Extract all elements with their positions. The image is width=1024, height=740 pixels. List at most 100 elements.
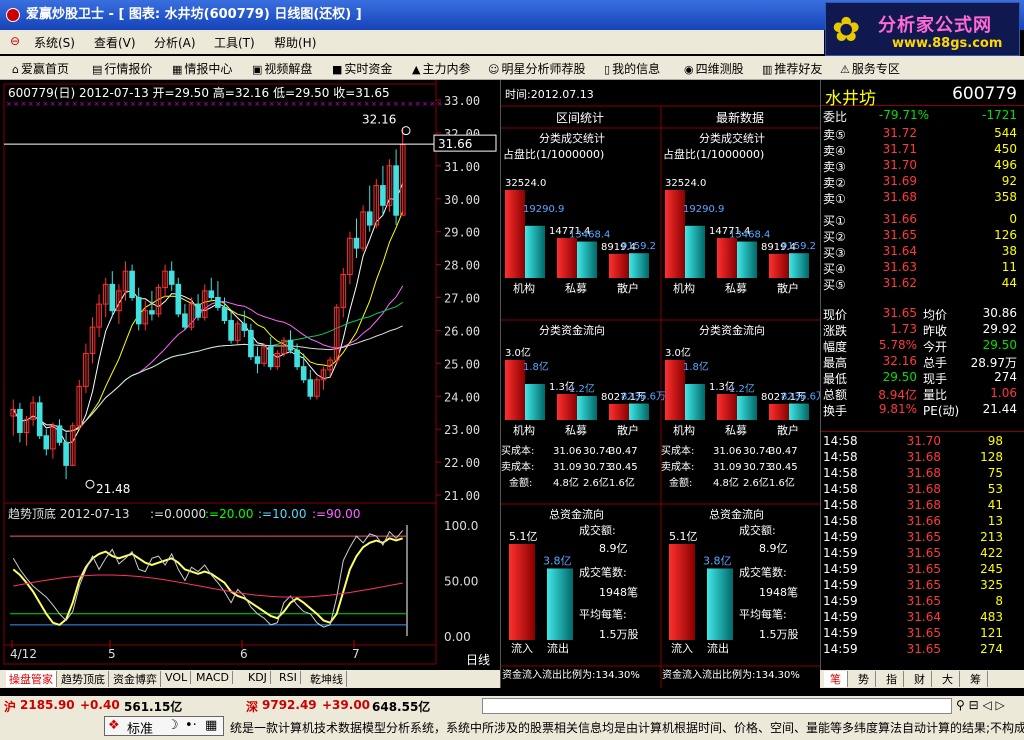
flow-ratio: 资金流入流出比例为:134.30% (502, 668, 640, 681)
candle-body (195, 303, 201, 318)
indicator-tab-6[interactable]: RSI (276, 671, 301, 684)
category-label: 散户 (617, 423, 639, 437)
cost-cell: 31.09 (713, 462, 742, 473)
moon-icon[interactable]: ☽ (167, 718, 179, 733)
menu-system-icon[interactable]: ⊖ (10, 34, 20, 48)
candle-body (267, 346, 274, 368)
candle-body (168, 270, 175, 285)
panel-title: 总资金流向 (549, 507, 604, 521)
toolbar-funds[interactable]: ■ 实时资金 (332, 60, 392, 77)
cyan-value: 1.2亿 (569, 382, 595, 395)
indicator-tab-0[interactable]: 操盘管家 (6, 671, 57, 687)
menu-help[interactable]: 帮助(H) (274, 34, 316, 51)
header-latest: 最新数据 (716, 110, 764, 125)
indicator-tab-4[interactable]: MACD (193, 671, 233, 684)
toolbar-myinfo[interactable]: ▯ 我的信息 (604, 60, 660, 77)
indicator-tab-1[interactable]: 趋势顶底 (58, 671, 109, 687)
sh-change: +0.40 (80, 698, 120, 712)
ime-mode[interactable]: 标准 (127, 718, 153, 737)
signal-mark: × (79, 100, 85, 108)
toolbar-4d[interactable]: ◉ 四维测股 (684, 60, 744, 77)
kline-chart-svg[interactable]: 33.0032.0031.0030.0029.0028.0027.0026.00… (0, 80, 500, 670)
indicator-tab-5[interactable]: KDJ (245, 671, 271, 684)
toolbar-analyst[interactable]: ☺ 明星分析师荐股 (488, 60, 585, 77)
candle-body (393, 165, 399, 216)
inflow-label: 流入 (671, 641, 693, 655)
buy-row-cell: 买② (823, 230, 846, 244)
toolbar-insider[interactable]: ▲ 主力内参 (412, 60, 470, 77)
indicator-title: 趋势顶底 2012-07-13 (8, 506, 130, 521)
signal-mark: × (196, 100, 202, 108)
indicator-tab-7[interactable]: 乾坤线 (307, 671, 347, 687)
menu-view[interactable]: 查看(V) (94, 34, 136, 51)
red-bar (609, 403, 629, 420)
toolbar-home[interactable]: ⌂ 爱赢首页 (12, 60, 69, 77)
menu-tools[interactable]: 工具(T) (214, 34, 255, 51)
tick-row-cell: 53 (987, 482, 1003, 496)
app-icon (6, 7, 20, 22)
toolbar-quotes[interactable]: ▤ 行情报价 (92, 60, 152, 77)
tick-row-cell: 14:58 (823, 514, 858, 528)
signal-mark: × (364, 100, 370, 108)
tick-row-cell: 14:58 (823, 450, 858, 464)
toolbar-service[interactable]: ⚠ 服务专区 (840, 60, 900, 77)
candle-body (149, 310, 155, 315)
menu-analysis[interactable]: 分析(A) (154, 34, 196, 51)
sell-row-cell: 31.70 (882, 158, 917, 172)
buy-row-cell: 买⑤ (823, 278, 846, 292)
indicator-signal-line (12, 530, 404, 628)
stat-row-cell: 29.50 (882, 370, 917, 384)
tick-row: 14:59 31.65 213 (821, 530, 1024, 546)
quote-tab-2[interactable]: 指 (880, 671, 904, 687)
signal-mark: × (6, 100, 12, 108)
quote-tab-0[interactable]: 笔 (824, 671, 848, 687)
quote-tab-4[interactable]: 大 (936, 671, 960, 687)
buy-row-cell: 38 (1001, 244, 1017, 258)
toolbar-video[interactable]: ▣ 视频解盘 (252, 60, 312, 77)
tick-row-cell: 31.70 (906, 434, 941, 448)
signal-mark: × (137, 100, 143, 108)
toolbar-recommend[interactable]: ▥ 推荐好友 (762, 60, 822, 77)
keyboard-icon[interactable]: ▦ (205, 718, 217, 733)
signal-mark: × (342, 100, 348, 108)
quote-tab-1[interactable]: 势 (852, 671, 876, 687)
stat-row-cell: PE(动) (923, 404, 960, 418)
outflow-bar (707, 568, 733, 640)
cost-cell: 31.06 (553, 446, 582, 457)
stat-row-cell: 274 (994, 370, 1017, 384)
signal-mark: × (254, 100, 260, 108)
stat-value: 8.9亿 (759, 542, 788, 555)
ma5-line (12, 183, 404, 445)
quote-tab-3[interactable]: 财 (908, 671, 932, 687)
cyan-value: 1.2亿 (729, 382, 755, 395)
news-icon: ▦ (172, 63, 183, 76)
stat-label: 平均每笔: (739, 607, 787, 621)
cost-cell: 30.73 (743, 462, 772, 473)
ime-toolbar[interactable]: ❖ 标准 ☽ •· ▦ (104, 716, 224, 737)
stat-label: 成交笔数: (579, 565, 627, 579)
quote-tab-5[interactable]: 筹 (964, 671, 988, 687)
kline-chart-area[interactable]: 33.00 32.00 31.00 30.00 29.00 28.00 27.00 26.00… (0, 80, 500, 670)
low-marker (85, 479, 95, 489)
candle-body (175, 283, 182, 315)
command-input[interactable] (482, 698, 952, 714)
dots-icon[interactable]: •· (185, 718, 197, 733)
buy-row-cell: 11 (1001, 260, 1017, 274)
doc-icon: ▯ (604, 63, 611, 76)
buy-row-cell: 31.66 (882, 212, 917, 226)
tick-row: 14:58 31.68 128 (821, 450, 1024, 466)
tick-row-cell: 75 (987, 466, 1003, 480)
cyan-value: 19290.9 (523, 204, 564, 215)
cost-cell: 买成本: (501, 444, 534, 457)
tray-icons[interactable]: ⚲ ⊟ ◁ ▷ (956, 698, 1005, 712)
sell-row-cell: 卖③ (823, 160, 846, 174)
window-title: 爱赢炒股卫士 - [ 图表: 水井坊(600779) 日线图(还权) ] (26, 7, 362, 22)
indicator-tab-2[interactable]: 资金博弈 (110, 671, 161, 687)
stat-row-cell: 均价 (923, 308, 948, 322)
tick-row: 14:58 31.70 98 (821, 434, 1024, 450)
indicator-tab-3[interactable]: VOL (162, 671, 192, 684)
cost-cell: 30.45 (609, 462, 638, 473)
stat-row: 幅度 5.78% 今开 29.50 (821, 338, 1024, 354)
menu-system[interactable]: 系统(S) (34, 34, 75, 51)
toolbar-news[interactable]: ▦ 情报中心 (172, 60, 232, 77)
